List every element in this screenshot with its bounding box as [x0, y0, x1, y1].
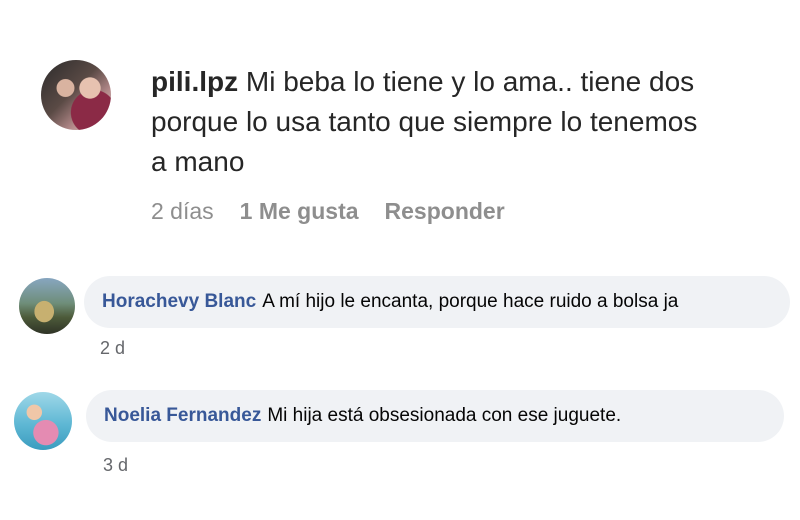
- comment-meta: 2 días 1 Me gusta Responder: [151, 198, 505, 225]
- avatar[interactable]: [19, 278, 75, 334]
- comment-text: A mí hijo le encanta, porque hace ruido …: [262, 291, 679, 312]
- facebook-comment: Horachevy Blanc A mí hijo le encanta, po…: [0, 276, 800, 366]
- commenter-name[interactable]: Horachevy Blanc: [102, 291, 256, 313]
- comment-time[interactable]: 2 días: [151, 198, 214, 225]
- reply-button[interactable]: Responder: [385, 198, 505, 225]
- facebook-comment: Noelia Fernandez Mi hija está obsesionad…: [0, 390, 800, 480]
- avatar[interactable]: [41, 60, 111, 130]
- instagram-comment: pili.lpz Mi beba lo tiene y lo ama.. tie…: [0, 0, 800, 250]
- comment-time[interactable]: 2 d: [100, 338, 125, 359]
- commenter-name[interactable]: Noelia Fernandez: [104, 405, 261, 427]
- comment-bubble: Noelia Fernandez Mi hija está obsesionad…: [86, 390, 784, 442]
- comment-body: pili.lpz Mi beba lo tiene y lo ama.. tie…: [151, 62, 711, 182]
- comment-time[interactable]: 3 d: [103, 455, 128, 476]
- avatar[interactable]: [14, 392, 72, 450]
- comment-text: Mi hija está obsesionada con ese juguete…: [267, 405, 622, 426]
- comment-username[interactable]: pili.lpz: [151, 66, 238, 97]
- likes-count[interactable]: 1 Me gusta: [240, 198, 359, 225]
- comment-bubble: Horachevy Blanc A mí hijo le encanta, po…: [84, 276, 790, 328]
